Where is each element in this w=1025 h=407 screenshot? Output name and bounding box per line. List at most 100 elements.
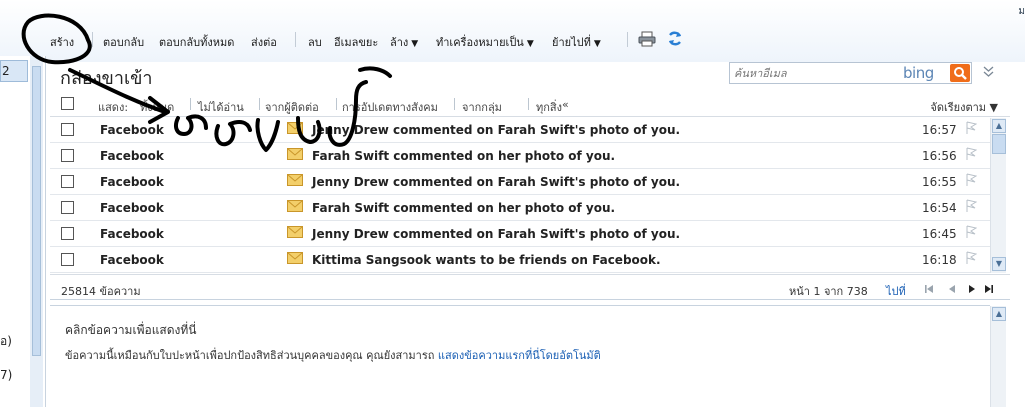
refresh-icon[interactable] <box>667 30 683 50</box>
inbox-unread-count[interactable]: 2 <box>0 60 28 82</box>
message-subject: Jenny Drew commented on Farah Swift's ph… <box>312 227 681 241</box>
next-page-icon[interactable] <box>967 283 977 297</box>
flag-icon[interactable] <box>965 225 978 242</box>
message-checkbox[interactable] <box>61 175 74 188</box>
message-checkbox[interactable] <box>61 253 74 266</box>
message-row[interactable]: Facebook Kittima Sangsook wants to be fri… <box>50 247 990 273</box>
filter-social-updates[interactable]: การอัปเดตทางสังคม <box>342 98 438 116</box>
filter-separator <box>336 98 337 110</box>
filter-separator <box>259 98 260 110</box>
sort-menu[interactable]: จัดเรียงตาม ▼ <box>930 98 998 116</box>
message-row[interactable]: Facebook Jenny Drew commented on Farah Sw… <box>50 221 990 247</box>
folder-pane-scrollbar[interactable] <box>30 56 43 407</box>
first-page-icon[interactable] <box>924 283 934 297</box>
goto-page-link[interactable]: ไปที่ <box>886 282 906 300</box>
message-row[interactable]: Facebook Farah Swift commented on her pho… <box>50 143 990 169</box>
select-all-checkbox[interactable] <box>61 97 74 110</box>
reading-pane-scrollbar[interactable]: ▲ <box>990 306 1006 407</box>
folder-count-fragment: 7) <box>0 368 13 382</box>
flag-icon[interactable] <box>965 173 978 190</box>
filter-groups[interactable]: จากกลุ่ม <box>462 98 502 116</box>
message-row[interactable]: Facebook Jenny Drew commented on Farah Sw… <box>50 169 990 195</box>
page-indicator: หน้า 1 จาก 738 <box>789 285 868 298</box>
last-page-icon[interactable] <box>984 283 994 297</box>
sweep-menu[interactable]: ล้าง ▼ <box>390 33 418 51</box>
folder-title: กล่องขาเข้า <box>60 68 153 89</box>
flag-icon[interactable] <box>965 147 978 164</box>
filter-more-toggle[interactable]: « <box>562 98 569 111</box>
message-sender: Facebook <box>100 201 164 215</box>
caret-down-icon: ▼ <box>593 39 601 49</box>
filter-everything[interactable]: ทุกสิ่ง <box>536 98 562 116</box>
mark-as-menu[interactable]: ทำเครื่องหมายเป็น ▼ <box>436 33 534 51</box>
message-subject: Farah Swift commented on her photo of yo… <box>312 149 616 163</box>
topright-fragment: ม <box>1018 6 1025 17</box>
message-sender: Facebook <box>100 123 164 137</box>
list-status-bar: 25814 ข้อความ หน้า 1 จาก 738 ไปที่ <box>50 274 1010 300</box>
folder-count-fragment: อ) <box>0 334 12 348</box>
message-sender: Facebook <box>100 149 164 163</box>
reply-button[interactable]: ตอบกลับ <box>103 33 144 51</box>
reading-pane-info-text: ข้อความนี้เหมือนกับใบปะหน้าเพื่อปกป้องสิ… <box>65 349 435 362</box>
message-time: 16:54 <box>922 201 957 215</box>
unread-envelope-icon <box>287 174 303 189</box>
filter-unread[interactable]: ไม่ได้อ่าน <box>198 98 244 116</box>
message-list-scrollbar[interactable]: ▲ ▼ <box>990 118 1006 273</box>
filter-bar: แสดง: ทั้งหมด ไม่ได้อ่าน จากผู้ติดต่อ กา… <box>50 92 1010 117</box>
unread-envelope-icon <box>287 200 303 215</box>
filter-contacts[interactable]: จากผู้ติดต่อ <box>265 98 319 116</box>
flag-icon[interactable] <box>965 199 978 216</box>
flag-icon[interactable] <box>965 121 978 138</box>
search-button[interactable] <box>950 64 970 82</box>
junk-button[interactable]: อีเมลขยะ <box>334 33 378 51</box>
message-row[interactable]: Facebook Farah Swift commented on her pho… <box>50 195 990 221</box>
message-sender: Facebook <box>100 175 164 189</box>
message-subject: Jenny Drew commented on Farah Swift's ph… <box>312 175 681 189</box>
message-count: 25814 ข้อความ <box>61 285 141 298</box>
print-icon[interactable] <box>638 31 656 50</box>
collapse-chevron-icon[interactable] <box>983 66 994 80</box>
message-subject: Farah Swift commented on her photo of yo… <box>312 201 616 215</box>
toolbar-separator <box>92 32 93 47</box>
previous-page-icon[interactable] <box>947 283 957 297</box>
message-checkbox[interactable] <box>61 149 74 162</box>
scroll-up-icon[interactable]: ▲ <box>992 307 1006 321</box>
message-time: 16:57 <box>922 123 957 137</box>
message-checkbox[interactable] <box>61 123 74 136</box>
auto-show-first-message-link[interactable]: แสดงข้อความแรกที่นี่โดยอัตโนมัติ <box>438 349 601 362</box>
reply-all-button[interactable]: ตอบกลับทั้งหมด <box>159 33 234 51</box>
message-checkbox[interactable] <box>61 227 74 240</box>
scrollbar-thumb[interactable] <box>992 134 1006 154</box>
toolbar-separator <box>627 32 628 47</box>
filter-separator <box>528 98 529 110</box>
delete-button[interactable]: ลบ <box>308 33 322 51</box>
unread-envelope-icon <box>287 122 303 137</box>
caret-down-icon: ▼ <box>411 39 419 49</box>
message-time: 16:56 <box>922 149 957 163</box>
message-time: 16:55 <box>922 175 957 189</box>
scroll-down-icon[interactable]: ▼ <box>992 257 1006 271</box>
search-box[interactable]: bing <box>729 62 972 84</box>
move-to-menu[interactable]: ย้ายไปที่ ▼ <box>552 33 601 51</box>
unread-envelope-icon <box>287 226 303 241</box>
search-icon <box>954 67 967 80</box>
message-row[interactable]: Facebook Jenny Drew commented on Farah Sw… <box>50 117 990 143</box>
message-time: 16:18 <box>922 253 957 267</box>
sweep-label: ล้าง <box>390 36 409 49</box>
filter-all[interactable]: ทั้งหมด <box>140 98 174 116</box>
scroll-up-icon[interactable]: ▲ <box>992 119 1006 133</box>
scrollbar-thumb[interactable] <box>32 66 41 356</box>
move-to-label: ย้ายไปที่ <box>552 36 591 49</box>
command-toolbar: ม สร้าง ตอบกลับ ตอบกลับทั้งหมด ส่งต่อ ลบ… <box>0 0 1025 62</box>
filter-show-label: แสดง: <box>98 101 129 114</box>
folder-pane: 2 อ) 7) <box>0 56 46 407</box>
reading-pane: คลิกข้อความเพื่อแสดงที่นี่ ข้อความนี้เหม… <box>50 305 990 407</box>
flag-icon[interactable] <box>965 251 978 268</box>
new-button[interactable]: สร้าง <box>50 33 74 51</box>
search-input[interactable] <box>734 65 894 81</box>
forward-button[interactable]: ส่งต่อ <box>251 33 277 51</box>
message-time: 16:45 <box>922 227 957 241</box>
reading-pane-info: ข้อความนี้เหมือนกับใบปะหน้าเพื่อปกป้องสิ… <box>65 346 601 364</box>
message-subject: Kittima Sangsook wants to be friends on … <box>312 253 661 267</box>
message-checkbox[interactable] <box>61 201 74 214</box>
